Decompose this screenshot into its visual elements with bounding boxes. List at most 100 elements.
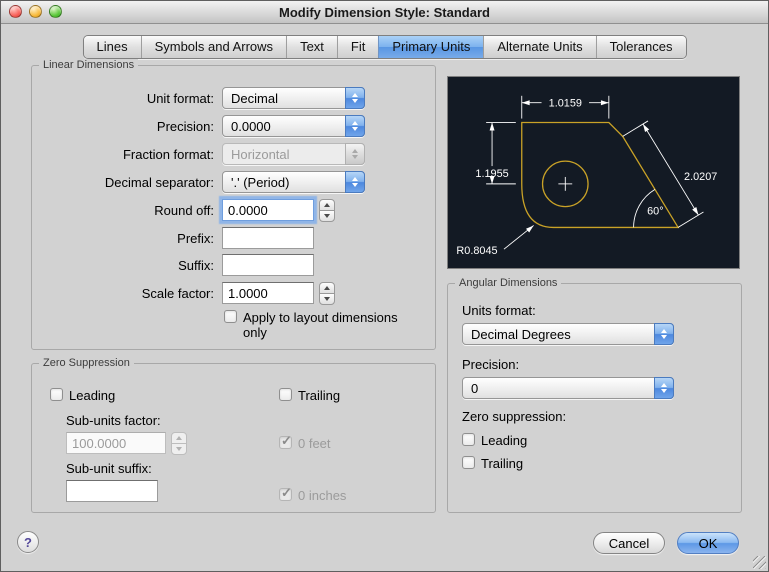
stepper-decrement-button[interactable] — [319, 210, 335, 222]
dim-arrow-icon — [521, 100, 530, 106]
preview-drawing: 1.0159 1.1955 2.0207 60° R0.8045 — [456, 95, 717, 257]
angular-trailing-label: Trailing — [481, 456, 524, 471]
dialog-window: Modify Dimension Style: Standard Lines S… — [0, 0, 769, 572]
popup-arrows-icon — [345, 87, 365, 109]
cancel-button[interactable]: Cancel — [593, 532, 665, 554]
ok-button[interactable]: OK — [677, 532, 739, 554]
cancel-button-label: Cancel — [608, 535, 650, 551]
window-title: Modify Dimension Style: Standard — [279, 5, 490, 20]
dimension-preview-panel: 1.0159 1.1955 2.0207 60° R0.8045 — [447, 76, 740, 269]
angular-precision-select[interactable]: 0 — [462, 377, 674, 399]
tab-alternate-units[interactable]: Alternate Units — [483, 36, 596, 58]
zero-inches-checkbox: 0 inches — [279, 485, 347, 503]
suffix-input[interactable] — [222, 254, 314, 276]
decimal-separator-value: '.' (Period) — [231, 174, 290, 190]
minimize-button[interactable] — [29, 5, 42, 18]
zoom-button[interactable] — [49, 5, 62, 18]
leading-checkbox[interactable]: Leading — [50, 388, 115, 403]
popup-arrows-icon — [345, 143, 365, 165]
checkbox-box-icon — [50, 388, 63, 401]
popup-arrows-icon — [345, 171, 365, 193]
precision-label: Precision: — [156, 119, 214, 134]
trailing-checkbox[interactable]: Trailing — [279, 388, 340, 403]
dim-radius-text: R0.8045 — [456, 245, 497, 257]
angular-units-format-label: Units format: — [462, 303, 536, 318]
zero-suppression-group-title: Zero Suppression — [39, 357, 134, 369]
unit-format-label: Unit format: — [146, 91, 214, 106]
linear-dimensions-group: Linear Dimensions Unit format: Decimal P… — [31, 59, 436, 350]
sub-units-factor-stepper — [171, 432, 187, 455]
popup-arrows-icon — [654, 323, 674, 345]
angular-units-format-select[interactable]: Decimal Degrees — [462, 323, 674, 345]
prefix-label: Prefix: — [177, 231, 214, 246]
linear-dimensions-group-title: Linear Dimensions — [39, 59, 139, 71]
apply-layout-dimensions-label: Apply to layout dimensions only — [243, 310, 398, 340]
dim-angle-text: 60° — [647, 206, 663, 218]
dim-arrow-icon — [692, 207, 699, 216]
checkbox-box-icon — [462, 456, 475, 469]
prefix-input[interactable] — [222, 227, 314, 249]
stepper-decrement-button[interactable] — [319, 293, 335, 305]
angular-trailing-checkbox[interactable]: Trailing — [462, 456, 523, 471]
fraction-format-label: Fraction format: — [122, 147, 214, 162]
tab-text[interactable]: Text — [286, 36, 337, 58]
round-off-input[interactable] — [222, 199, 314, 221]
sub-unit-suffix-input[interactable] — [66, 480, 158, 502]
sub-units-factor-input — [66, 432, 166, 454]
leading-label: Leading — [69, 388, 116, 403]
angular-dimensions-group-title: Angular Dimensions — [455, 277, 562, 289]
scale-factor-label: Scale factor: — [141, 286, 214, 301]
popup-arrows-icon — [345, 115, 365, 137]
dim-arrow-icon — [600, 100, 609, 106]
angular-precision-value: 0 — [471, 380, 479, 396]
dim-arrow-icon — [489, 122, 495, 131]
sub-unit-suffix-label: Sub-unit suffix: — [66, 461, 152, 476]
round-off-label: Round off: — [154, 203, 214, 218]
dim-diagonal-text: 2.0207 — [684, 171, 717, 183]
checkbox-check-icon — [279, 433, 292, 449]
tab-tolerances[interactable]: Tolerances — [595, 36, 686, 58]
decimal-separator-select[interactable]: '.' (Period) — [222, 171, 365, 193]
angular-precision-label: Precision: — [462, 357, 520, 372]
stepper-decrement-button — [171, 443, 187, 455]
tab-symbols-and-arrows[interactable]: Symbols and Arrows — [140, 36, 287, 58]
trailing-label: Trailing — [298, 388, 341, 403]
fraction-format-select: Horizontal — [222, 143, 365, 165]
popup-arrows-icon — [654, 377, 674, 399]
checkbox-box-icon — [279, 388, 292, 401]
ok-button-label: OK — [698, 535, 718, 551]
scale-factor-input[interactable] — [222, 282, 314, 304]
precision-select[interactable]: 0.0000 — [222, 115, 365, 137]
tab-lines[interactable]: Lines — [83, 36, 141, 58]
scale-factor-stepper — [319, 282, 335, 305]
zero-inches-label: 0 inches — [298, 488, 347, 503]
checkbox-box-icon — [224, 310, 237, 323]
zero-feet-checkbox: 0 feet — [279, 433, 331, 451]
sub-units-factor-label: Sub-units factor: — [66, 413, 161, 428]
angular-zero-suppression-label: Zero suppression: — [462, 409, 567, 424]
dim-arrow-icon — [526, 225, 534, 233]
angular-units-format-value: Decimal Degrees — [471, 326, 571, 342]
window-controls — [9, 5, 62, 18]
zero-suppression-group: Zero Suppression Leading Trailing Sub-un… — [31, 357, 436, 513]
angular-dimensions-group: Angular Dimensions Units format: Decimal… — [447, 277, 742, 513]
tab-bar: Lines Symbols and Arrows Text Fit Primar… — [82, 35, 687, 59]
unit-format-select[interactable]: Decimal — [222, 87, 365, 109]
decimal-separator-label: Decimal separator: — [104, 175, 214, 190]
checkbox-box-icon — [462, 433, 475, 446]
precision-value: 0.0000 — [231, 118, 271, 134]
tab-primary-units[interactable]: Primary Units — [378, 36, 484, 58]
angular-leading-label: Leading — [481, 433, 528, 448]
title-bar: Modify Dimension Style: Standard — [1, 1, 768, 24]
dim-left-text: 1.1955 — [475, 168, 508, 180]
fraction-format-value: Horizontal — [231, 146, 290, 162]
apply-layout-dimensions-checkbox[interactable]: Apply to layout dimensions only — [224, 310, 420, 340]
help-button[interactable]: ? — [17, 531, 39, 553]
resize-grip[interactable] — [753, 556, 766, 569]
close-button[interactable] — [9, 5, 22, 18]
tab-fit[interactable]: Fit — [336, 36, 379, 58]
dim-top-text: 1.0159 — [549, 98, 582, 110]
checkbox-check-icon — [279, 485, 292, 501]
angular-leading-checkbox[interactable]: Leading — [462, 433, 527, 448]
zero-feet-label: 0 feet — [298, 436, 331, 451]
